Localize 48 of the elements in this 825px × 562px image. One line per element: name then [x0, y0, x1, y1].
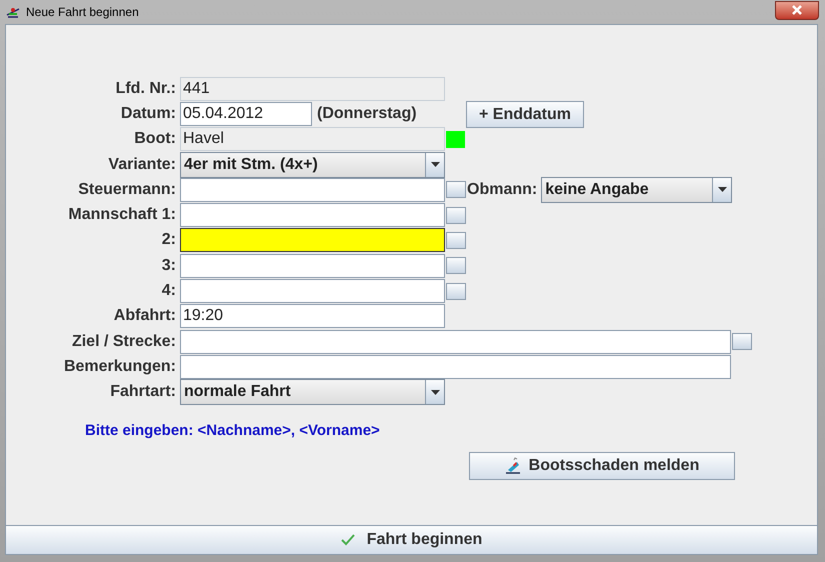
caret-icon — [430, 162, 440, 168]
field-label: 3: — [160, 256, 177, 276]
dropdown[interactable]: 4er mit Stm. (4x+) — [180, 152, 445, 178]
close-button[interactable] — [775, 0, 819, 20]
caret-icon — [430, 390, 440, 395]
name-field[interactable] — [180, 279, 445, 304]
name-field[interactable] — [180, 203, 445, 228]
picker-button[interactable] — [732, 333, 752, 350]
date-field[interactable]: 05.04.2012 — [180, 102, 312, 126]
start-trip-button[interactable]: Fahrt beginnen — [6, 525, 817, 554]
field-label: 2: — [160, 230, 177, 250]
dropdown[interactable]: keine Angabe — [541, 176, 732, 203]
caret-icon — [718, 187, 727, 192]
picker-button[interactable] — [446, 181, 466, 198]
field-label: Mannschaft 1: — [67, 205, 177, 226]
name-field[interactable] — [180, 228, 445, 252]
number-field[interactable]: 441 — [180, 76, 445, 101]
report-damage-button[interactable]: Bootsschaden melden — [469, 452, 735, 480]
field-label: Obmann: — [466, 180, 538, 200]
field-label: Variante: — [107, 154, 177, 175]
sinking-boat-icon — [504, 456, 521, 475]
hint-text: Bitte eingeben: <Nachname>, <Vorname> — [85, 422, 380, 439]
dropdown[interactable]: normale Fahrt — [180, 379, 445, 406]
time-field[interactable]: 19:20 — [180, 304, 445, 328]
field-label: Abfahrt: — [112, 306, 177, 326]
name-field[interactable] — [180, 254, 445, 278]
end-date-button[interactable]: + Enddatum — [466, 101, 584, 128]
field-label: Fahrtart: — [109, 382, 177, 402]
field-label: Datum: — [120, 104, 177, 124]
field-label: Steuermann: — [77, 180, 177, 200]
field-label: Lfd. Nr.: — [114, 78, 177, 99]
field-label: 4: — [160, 281, 177, 302]
weekday-text: (Donnerstag) — [316, 104, 418, 124]
rowing-icon — [6, 6, 20, 18]
window-title: Neue Fahrt beginnen — [26, 4, 139, 21]
picker-button[interactable] — [446, 206, 466, 224]
picker-button[interactable] — [446, 232, 466, 249]
boat-field[interactable]: Havel — [180, 127, 445, 152]
close-icon — [791, 5, 803, 15]
name-field[interactable] — [180, 178, 445, 202]
field-label: Boot: — [133, 129, 177, 150]
text-field[interactable] — [180, 330, 731, 354]
picker-button[interactable] — [446, 282, 466, 300]
field-label: Bemerkungen: — [62, 356, 177, 377]
picker-button[interactable] — [446, 257, 466, 274]
checkmark-icon — [340, 534, 355, 546]
text-field[interactable] — [180, 354, 731, 379]
field-label: Ziel / Strecke: — [70, 332, 177, 352]
